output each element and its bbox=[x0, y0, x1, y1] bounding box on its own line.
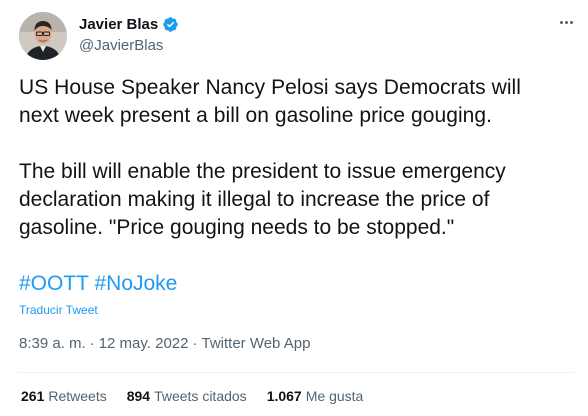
tweet-paragraph-2: The bill will enable the president to is… bbox=[19, 158, 579, 242]
tweet-card: Javier Blas @JavierBlas US House Speaker… bbox=[0, 0, 588, 416]
divider bbox=[18, 372, 574, 373]
hashtag-nojoke[interactable]: #NoJoke bbox=[94, 272, 177, 295]
tweet-text-line: declaration making it illegal to increas… bbox=[19, 188, 490, 211]
tweet-meta: 8:39 a. m. · 12 may. 2022 · Twitter Web … bbox=[19, 335, 310, 352]
quote-tweets-label: Tweets citados bbox=[154, 388, 247, 404]
author-block: Javier Blas @JavierBlas bbox=[79, 14, 179, 54]
quote-tweets-stat[interactable]: 894 Tweets citados bbox=[127, 388, 247, 404]
tweet-source[interactable]: Twitter Web App bbox=[201, 335, 310, 352]
hashtags: #OOTT #NoJoke bbox=[19, 270, 177, 298]
retweets-label: Retweets bbox=[48, 388, 107, 404]
more-options-icon[interactable] bbox=[554, 12, 578, 32]
retweets-count: 261 bbox=[21, 388, 45, 404]
author-display-name[interactable]: Javier Blas bbox=[79, 16, 158, 33]
avatar[interactable] bbox=[19, 12, 67, 60]
likes-count: 1.067 bbox=[266, 388, 302, 404]
avatar-image bbox=[19, 12, 67, 60]
likes-label: Me gusta bbox=[305, 388, 364, 404]
translate-tweet-link[interactable]: Traducir Tweet bbox=[19, 303, 98, 317]
author-name-row: Javier Blas bbox=[79, 14, 179, 34]
meta-separator: · bbox=[89, 335, 95, 352]
tweet-text-line: next week present a bill on gasoline pri… bbox=[19, 104, 493, 127]
tweet-text-line: The bill will enable the president to is… bbox=[19, 160, 506, 183]
verified-badge-icon bbox=[162, 16, 179, 33]
retweets-stat[interactable]: 261 Retweets bbox=[21, 388, 107, 404]
tweet-text-line: gasoline. "Price gouging needs to be sto… bbox=[19, 216, 455, 239]
quote-tweets-count: 894 bbox=[126, 388, 151, 404]
tweet-time[interactable]: 8:39 a. m. bbox=[19, 335, 86, 352]
likes-stat[interactable]: 1.067 Me gusta bbox=[267, 388, 364, 404]
tweet-stats: 261 Retweets 894 Tweets citados 1.067 Me… bbox=[21, 388, 383, 404]
author-handle[interactable]: @JavierBlas bbox=[79, 37, 179, 54]
hashtag-oott[interactable]: #OOTT bbox=[19, 272, 89, 295]
tweet-date[interactable]: 12 may. 2022 bbox=[99, 335, 189, 352]
tweet-paragraph-1: US House Speaker Nancy Pelosi says Democ… bbox=[19, 74, 575, 130]
meta-separator: · bbox=[192, 335, 198, 352]
tweet-text-line: US House Speaker Nancy Pelosi says Democ… bbox=[19, 76, 521, 99]
